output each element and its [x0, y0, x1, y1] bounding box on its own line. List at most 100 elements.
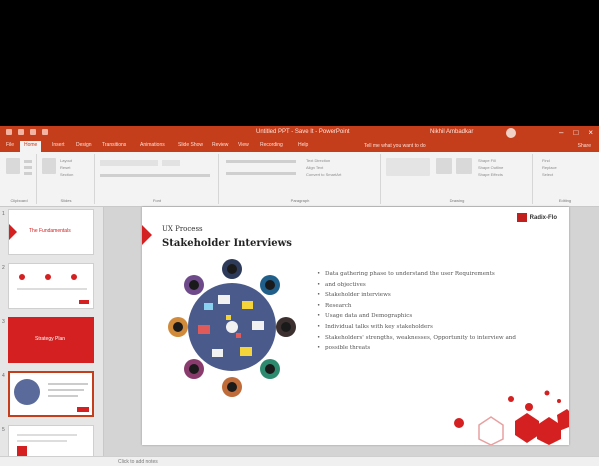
present-icon[interactable] — [42, 129, 48, 135]
layout-button[interactable]: Layout — [60, 158, 72, 163]
quick-access-toolbar — [6, 129, 48, 135]
redo-icon[interactable] — [30, 129, 36, 135]
reset-button[interactable]: Reset — [60, 165, 70, 170]
bullet-item-continued: possible threats — [317, 343, 557, 354]
new-slide-icon[interactable] — [42, 158, 56, 174]
thumb-text-line — [48, 383, 88, 385]
thumb-accent — [79, 300, 89, 304]
paragraph-group: Text Direction Align Text Convert to Sma… — [220, 154, 381, 204]
thumb-icon — [19, 274, 25, 280]
thumb-text-line — [48, 395, 78, 397]
slide-thumbnail-5[interactable] — [8, 425, 94, 456]
bullet-item: Stakeholders' strengths, weaknesses, Opp… — [317, 333, 557, 344]
font-family-dropdown[interactable] — [100, 160, 158, 166]
thumb-icon — [71, 274, 77, 280]
cut-icon[interactable] — [24, 160, 32, 163]
slide-editor: UX Process Stakeholder Interviews Radix-… — [104, 207, 599, 456]
maximize-icon[interactable]: □ — [573, 128, 578, 138]
smartart-button[interactable]: Convert to SmartArt — [306, 172, 341, 177]
clipboard-label: Clipboard — [10, 198, 28, 203]
tab-file[interactable]: File — [6, 142, 14, 148]
paragraph-label: Paragraph — [290, 198, 310, 203]
align-buttons[interactable] — [226, 172, 296, 175]
tab-design[interactable]: Design — [76, 142, 92, 148]
slide-thumbnail-pane[interactable]: 1 The Fundamentals 2 3 Strategy Plan 4 5 — [0, 207, 104, 456]
slide-red-triangle — [142, 225, 152, 245]
font-format-buttons[interactable] — [100, 174, 210, 177]
thumb-illustration — [14, 379, 40, 405]
slide-number: 4 — [2, 373, 5, 379]
tab-home[interactable]: Home — [20, 141, 42, 152]
thumb-red-triangle — [9, 224, 17, 240]
shapes-gallery[interactable] — [386, 158, 430, 176]
section-button[interactable]: Section — [60, 172, 73, 177]
paste-icon[interactable] — [6, 158, 20, 174]
black-letterbox — [0, 0, 599, 126]
bullet-item-continued: and objectives — [317, 280, 557, 291]
thumb-text-line — [17, 440, 67, 442]
slide-thumbnail-3[interactable]: Strategy Plan — [8, 317, 94, 363]
thumb-title: Strategy Plan — [35, 336, 66, 342]
editing-label: Editing — [558, 198, 572, 203]
undo-icon[interactable] — [18, 129, 24, 135]
format-painter-icon[interactable] — [24, 172, 32, 175]
status-bar: Click to add notes — [0, 456, 599, 466]
slide-number: 1 — [2, 211, 5, 217]
tab-help[interactable]: Help — [298, 142, 308, 148]
arrange-icon[interactable] — [436, 158, 452, 174]
align-text-button[interactable]: Align Text — [306, 165, 323, 170]
clipboard-group: Clipboard — [2, 154, 37, 204]
slide-thumbnail-4[interactable] — [8, 371, 94, 417]
document-title: Untitled PPT - Save It - PowerPoint — [256, 129, 350, 135]
tab-recording[interactable]: Recording — [260, 142, 283, 148]
user-name[interactable]: Nikhil Ambadkar — [430, 129, 473, 135]
tab-review[interactable]: Review — [212, 142, 228, 148]
title-bar: Untitled PPT - Save It - PowerPoint Nikh… — [0, 126, 599, 140]
slide-thumbnail-1[interactable]: The Fundamentals — [8, 209, 94, 255]
find-button[interactable]: Find — [542, 158, 550, 163]
drawing-label: Drawing — [449, 198, 465, 203]
slide-thumbnail-2[interactable] — [8, 263, 94, 309]
slide-number: 2 — [2, 265, 5, 271]
meeting-illustration[interactable] — [152, 255, 312, 405]
avatar[interactable] — [506, 128, 516, 138]
slide-heading[interactable]: Stakeholder Interviews — [162, 238, 292, 249]
shape-outline-button[interactable]: Shape Outline — [478, 165, 503, 170]
thumb-text-line — [17, 288, 87, 290]
font-size-dropdown[interactable] — [162, 160, 180, 166]
thumb-accent — [17, 446, 27, 456]
ribbon: Clipboard Layout Reset Section Slides Fo… — [0, 152, 599, 207]
select-button[interactable]: Select — [542, 172, 553, 177]
list-buttons[interactable] — [226, 160, 296, 163]
copy-icon[interactable] — [24, 166, 32, 169]
powerpoint-window: Untitled PPT - Save It - PowerPoint Nikh… — [0, 126, 599, 466]
shape-fill-button[interactable]: Shape Fill — [478, 158, 496, 163]
close-icon[interactable]: × — [588, 128, 593, 138]
quick-styles-icon[interactable] — [456, 158, 472, 174]
tab-transitions[interactable]: Transitions — [102, 142, 126, 148]
tell-me-search[interactable]: Tell me what you want to do — [364, 143, 426, 149]
tab-slide-show[interactable]: Slide Show — [178, 142, 203, 148]
tab-view[interactable]: View — [238, 142, 249, 148]
slide-number: 3 — [2, 319, 5, 325]
current-slide[interactable]: UX Process Stakeholder Interviews Radix-… — [142, 207, 569, 445]
bullet-item: Usage data and Demographics — [317, 311, 557, 322]
thumb-text-line — [17, 434, 77, 436]
bullet-item: Individual talks with key stakeholders — [317, 322, 557, 333]
ribbon-tab-bar: File Home Insert Design Transitions Anim… — [0, 140, 599, 152]
slide-title[interactable]: UX Process — [162, 225, 203, 233]
bullet-list[interactable]: Data gathering phase to understand the u… — [317, 269, 557, 354]
editing-group: Find Replace Select Editing — [534, 154, 596, 204]
notes-placeholder[interactable]: Click to add notes — [118, 459, 158, 465]
text-direction-button[interactable]: Text Direction — [306, 158, 330, 163]
font-group: Font — [96, 154, 219, 204]
save-icon[interactable] — [6, 129, 12, 135]
tab-insert[interactable]: Insert — [52, 142, 65, 148]
thumb-text-line — [48, 389, 84, 391]
shape-effects-button[interactable]: Shape Effects — [478, 172, 503, 177]
share-button[interactable]: Share — [578, 143, 591, 149]
minimize-icon[interactable]: – — [559, 128, 563, 138]
window-controls: – □ × — [559, 128, 593, 138]
replace-button[interactable]: Replace — [542, 165, 557, 170]
tab-animations[interactable]: Animations — [140, 142, 165, 148]
